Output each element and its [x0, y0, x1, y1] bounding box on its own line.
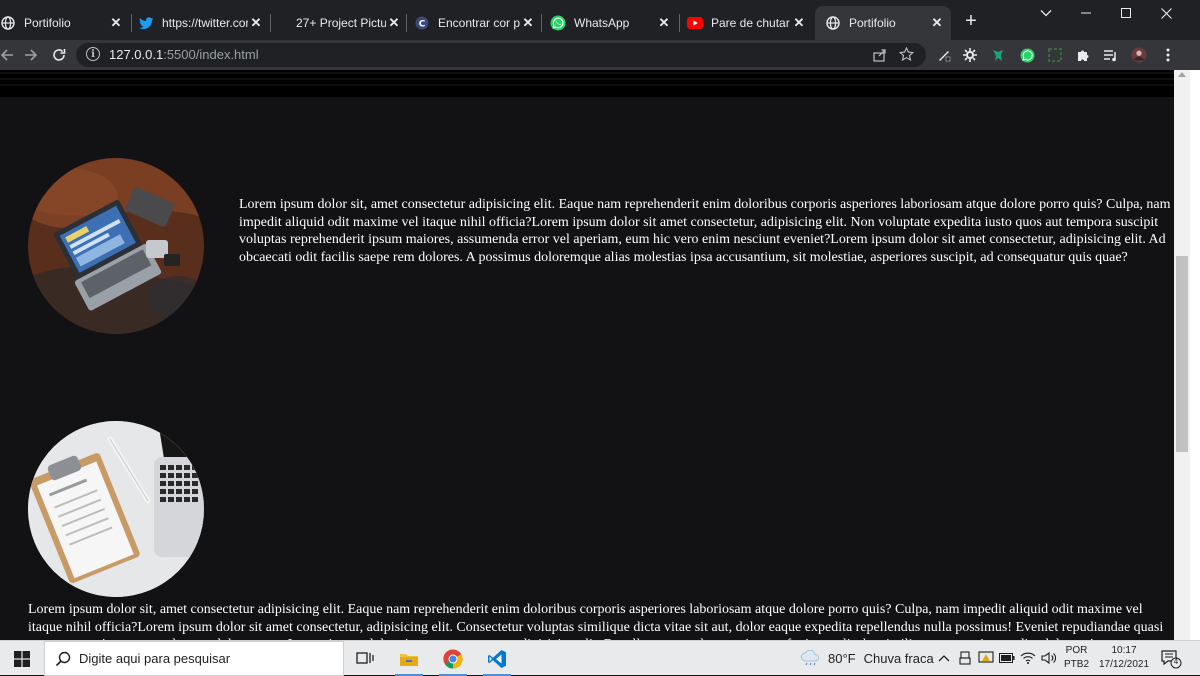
dashed-square-extension-icon[interactable]	[1047, 47, 1063, 63]
tab-title: Pare de chutar e	[711, 16, 791, 30]
more-menu-icon[interactable]	[1160, 47, 1176, 63]
notification-center-icon[interactable]: 4	[1160, 648, 1182, 670]
minimize-window-icon[interactable]	[1066, 0, 1106, 26]
search-placeholder: Digite aqui para pesquisar	[79, 651, 231, 666]
tab-whatsapp[interactable]: WhatsApp ✕	[546, 6, 678, 40]
svg-text:C: C	[419, 20, 426, 30]
input-language[interactable]: POR PTB2	[1064, 644, 1089, 672]
header-band	[0, 70, 1174, 97]
tab-title: https://twitter.com	[162, 16, 248, 30]
tab-close-icon[interactable]: ✕	[386, 15, 402, 31]
tab-title: Portifolio	[849, 16, 896, 30]
windows-start-icon[interactable]	[0, 641, 44, 676]
browser-toolbar: i 127.0.0.1:5500/index.html	[0, 40, 1200, 70]
volume-icon[interactable]	[1041, 650, 1057, 666]
usb-device-icon[interactable]	[957, 650, 973, 666]
tab-divider	[679, 14, 680, 32]
tab-title: Portifolio	[24, 16, 71, 30]
tab-divider	[406, 14, 407, 32]
clock-time: 10:17	[1111, 645, 1137, 656]
tab-close-icon[interactable]: ✕	[520, 15, 536, 31]
profile-avatar[interactable]	[1131, 47, 1147, 63]
keyboard-layout: PTB2	[1064, 659, 1090, 670]
tab-divider	[541, 14, 542, 32]
tab-portifolio-1[interactable]: Portifolio ✕	[0, 6, 130, 40]
tab-strip: Portifolio ✕ https://twitter.com ✕ 27+ P…	[0, 0, 1200, 40]
tab-title: Encontrar cor por	[438, 16, 520, 30]
clipboard-photo	[28, 421, 204, 597]
color-finder-icon: C	[414, 15, 430, 31]
pen-extension-icon[interactable]	[936, 47, 952, 63]
search-icon	[55, 651, 71, 667]
tab-title: WhatsApp	[574, 16, 630, 30]
address-url[interactable]: 127.0.0.1:5500/index.html	[109, 47, 259, 62]
weather-description: Chuva fraca	[863, 650, 934, 666]
section-1-paragraph: Lorem ipsum dolor sit, amet consectetur …	[239, 197, 1171, 265]
tab-portifolio-active[interactable]: Portifolio ✕	[815, 6, 951, 40]
battery-icon[interactable]	[999, 650, 1015, 666]
tab-twitter[interactable]: https://twitter.com ✕	[134, 6, 270, 40]
globe-icon	[0, 15, 16, 31]
section-2-paragraph: Lorem ipsum dolor sit, amet consectetur …	[28, 602, 1164, 640]
taskbar-clock[interactable]: 10:17 17/12/2021	[1096, 644, 1152, 672]
chrome-taskbar-icon[interactable]	[431, 641, 475, 676]
twitter-icon	[138, 15, 154, 31]
media-queue-icon[interactable]	[1103, 47, 1119, 63]
scrollbar-thumb[interactable]	[1176, 256, 1188, 452]
tab-close-icon[interactable]: ✕	[108, 15, 124, 31]
globe-icon	[825, 15, 841, 31]
weather-widget[interactable]: 80°F Chuva fraca	[800, 650, 934, 666]
tab-encontrar-cor[interactable]: C Encontrar cor por ✕	[410, 6, 542, 40]
url-path: :5500/index.html	[163, 47, 259, 62]
window-edge	[1190, 70, 1200, 640]
youtube-icon	[687, 15, 703, 31]
wifi-icon[interactable]	[1020, 650, 1036, 666]
tab-close-icon[interactable]: ✕	[248, 15, 264, 31]
vscode-taskbar-icon[interactable]	[475, 641, 519, 676]
close-window-icon[interactable]	[1146, 0, 1186, 26]
reload-icon[interactable]	[48, 44, 70, 66]
tab-divider	[131, 14, 132, 32]
share-icon[interactable]	[872, 47, 888, 63]
whatsapp-extension-icon[interactable]	[1019, 47, 1035, 63]
language-code: POR	[1065, 645, 1088, 656]
tab-search-chevron-icon[interactable]	[1026, 0, 1066, 26]
forward-arrow-icon[interactable]	[20, 44, 42, 66]
file-explorer-icon[interactable]	[387, 641, 431, 676]
notification-count: 4	[1173, 657, 1179, 666]
tray-chevron-up-icon[interactable]	[936, 650, 952, 666]
tab-close-icon[interactable]: ✕	[656, 15, 672, 31]
windows-taskbar: Digite aqui para pesquisar 80°F Chuva fr…	[0, 640, 1200, 676]
page-scrollbar[interactable]	[1174, 70, 1190, 640]
clock-date: 17/12/2021	[1098, 659, 1150, 670]
tab-title: 27+ Project Pictures	[296, 16, 386, 30]
tab-youtube[interactable]: Pare de chutar e ✕	[683, 6, 813, 40]
task-view-icon[interactable]	[343, 641, 387, 676]
gear-extension-icon[interactable]	[962, 47, 978, 63]
tab-close-icon[interactable]: ✕	[929, 15, 945, 31]
puzzle-extensions-icon[interactable]	[1075, 47, 1091, 63]
bookmark-star-icon[interactable]	[898, 46, 914, 62]
cloud-rain-icon	[800, 650, 822, 666]
scroll-up-arrow-icon[interactable]	[1178, 72, 1186, 77]
back-arrow-icon[interactable]	[0, 44, 18, 66]
new-tab-button[interactable]: +	[960, 10, 982, 32]
url-host: 127.0.0.1	[109, 47, 164, 62]
weather-temperature: 80°F	[828, 650, 856, 666]
laptop-photo	[28, 158, 204, 334]
tab-divider	[270, 14, 271, 32]
whatsapp-icon	[550, 15, 566, 31]
address-bar[interactable]: i 127.0.0.1:5500/index.html	[76, 43, 926, 67]
site-info-icon[interactable]: i	[86, 47, 100, 61]
maximize-window-icon[interactable]	[1106, 0, 1146, 26]
tab-project-pictures[interactable]: 27+ Project Pictures ✕	[292, 6, 408, 40]
page-viewport: Lorem ipsum dolor sit, amet consectetur …	[0, 70, 1174, 640]
bird-extension-icon[interactable]	[990, 47, 1006, 63]
warning-monitor-icon[interactable]	[978, 650, 994, 666]
taskbar-search-box[interactable]: Digite aqui para pesquisar	[44, 641, 344, 676]
tab-close-icon[interactable]: ✕	[791, 15, 807, 31]
